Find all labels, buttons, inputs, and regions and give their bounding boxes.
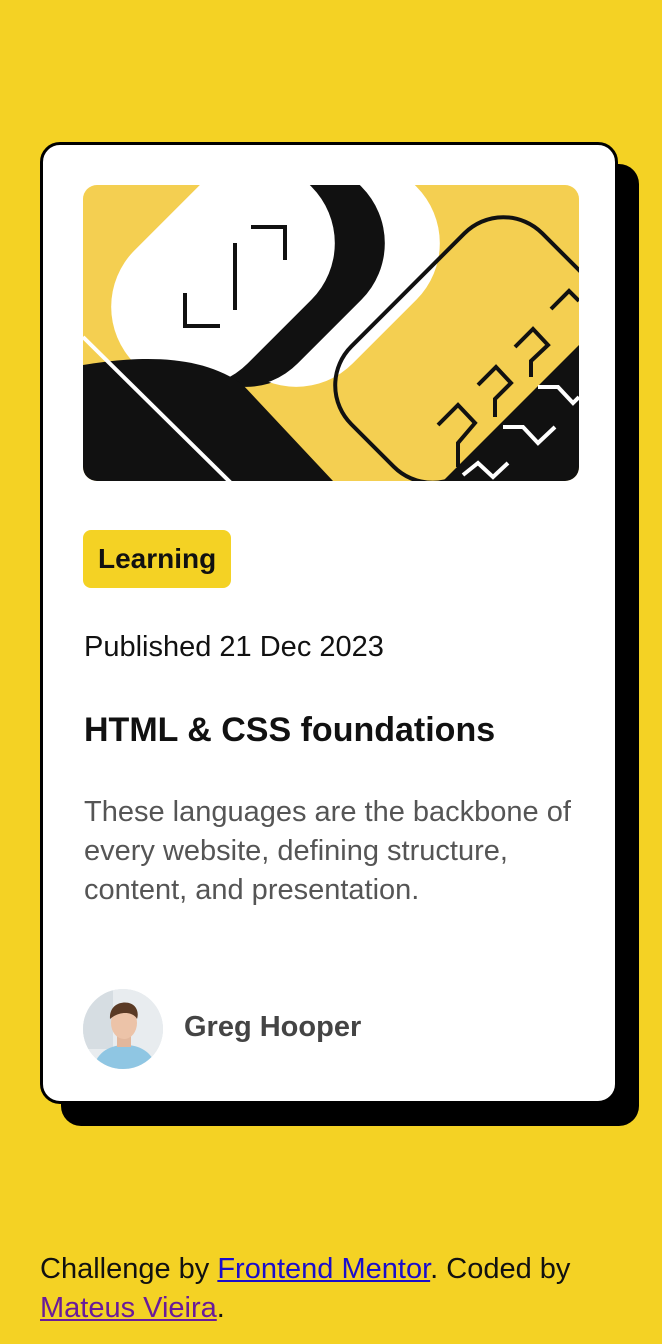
illustration-image (83, 185, 579, 481)
card-title[interactable]: HTML & CSS foundations (84, 711, 495, 750)
frontend-mentor-link[interactable]: Frontend Mentor (217, 1253, 430, 1285)
attribution-suffix: . (216, 1292, 225, 1324)
blog-preview-card: Learning Published 21 Dec 2023 HTML & CS… (40, 142, 618, 1104)
published-date: Published 21 Dec 2023 (84, 631, 384, 663)
card-description: These languages are the backbone of ever… (84, 796, 571, 906)
avatar-photo (83, 989, 163, 1069)
author-name: Greg Hooper (184, 1011, 362, 1043)
attribution: Challenge by Frontend Mentor. Coded by M… (40, 1250, 630, 1328)
author-link[interactable]: Mateus Vieira (40, 1292, 217, 1324)
author-avatar (83, 989, 163, 1069)
illustration-artwork (83, 185, 579, 481)
attribution-prefix: Challenge by (40, 1253, 218, 1285)
category-tag: Learning (83, 530, 232, 588)
attribution-middle: . Coded by (430, 1253, 571, 1285)
